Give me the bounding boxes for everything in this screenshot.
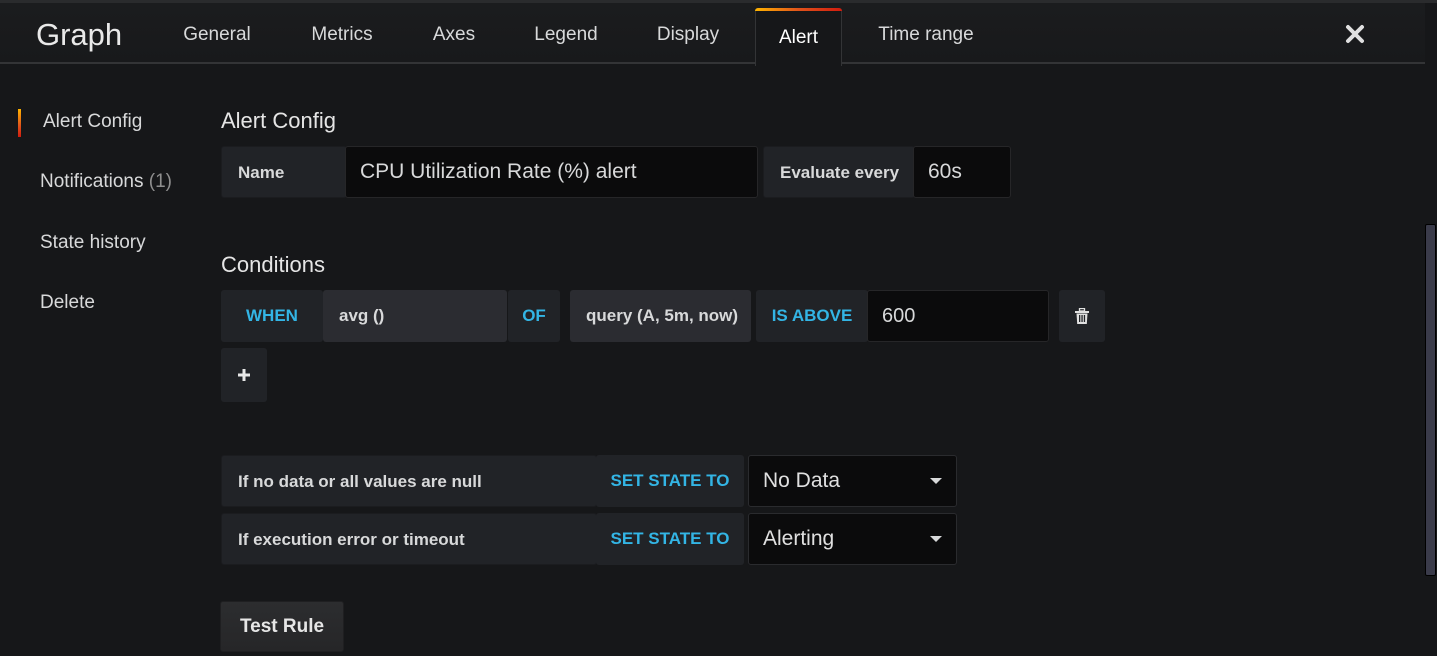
add-condition-button[interactable] bbox=[221, 348, 267, 402]
plus-icon bbox=[238, 369, 250, 381]
set-state-keyword: SET STATE TO bbox=[596, 455, 744, 507]
reducer-select[interactable]: avg () bbox=[323, 290, 507, 342]
active-indicator bbox=[18, 109, 21, 137]
tab-legend[interactable]: Legend bbox=[524, 3, 608, 64]
evaluator-select[interactable]: IS ABOVE bbox=[756, 290, 868, 342]
no-data-state-select[interactable]: No Data bbox=[748, 455, 957, 507]
panel-editor-header: Graph General Metrics Axes Legend Displa… bbox=[0, 3, 1425, 66]
caret-down-icon bbox=[930, 478, 942, 484]
no-data-state-value: No Data bbox=[763, 469, 841, 492]
alert-name-input[interactable]: CPU Utilization Rate (%) alert bbox=[345, 146, 758, 198]
threshold-input[interactable]: 600 bbox=[867, 290, 1049, 342]
sidenav-item-label: State history bbox=[40, 232, 146, 253]
sidenav-item-label: Alert Config bbox=[43, 111, 143, 132]
execution-error-label: If execution error or timeout bbox=[221, 513, 597, 565]
tab-metrics[interactable]: Metrics bbox=[300, 3, 384, 64]
when-keyword: WHEN bbox=[221, 290, 323, 342]
of-keyword: OF bbox=[508, 290, 560, 342]
close-button[interactable] bbox=[1344, 23, 1366, 45]
sidenav-item-state-history[interactable]: State history bbox=[40, 232, 146, 254]
delete-condition-button[interactable] bbox=[1059, 290, 1105, 342]
evaluate-every-input[interactable]: 60s bbox=[913, 146, 1011, 198]
alert-config-title: Alert Config bbox=[221, 108, 336, 133]
sidenav-item-delete[interactable]: Delete bbox=[40, 292, 95, 314]
notifications-count: (1) bbox=[148, 171, 173, 192]
tab-axes[interactable]: Axes bbox=[424, 3, 484, 64]
caret-down-icon bbox=[930, 536, 942, 542]
tab-display[interactable]: Display bbox=[646, 3, 730, 64]
no-data-label: If no data or all values are null bbox=[221, 455, 597, 507]
sidenav-item-notifications[interactable]: Notifications (1) bbox=[40, 171, 172, 193]
sidenav-item-alert-config[interactable]: Alert Config bbox=[43, 111, 142, 133]
sidenav-item-label: Notifications bbox=[40, 171, 144, 192]
execution-error-state-select[interactable]: Alerting bbox=[748, 513, 957, 565]
evaluate-every-label: Evaluate every bbox=[763, 146, 915, 198]
test-rule-button[interactable]: Test Rule bbox=[220, 601, 344, 652]
tab-alert[interactable]: Alert bbox=[755, 8, 842, 66]
name-label: Name bbox=[221, 146, 347, 198]
panel-title: Graph bbox=[36, 17, 123, 52]
set-state-keyword: SET STATE TO bbox=[596, 513, 744, 565]
sidenav-item-label: Delete bbox=[40, 292, 95, 313]
close-icon bbox=[1346, 25, 1364, 43]
tab-general[interactable]: General bbox=[174, 3, 260, 64]
trash-icon bbox=[1075, 308, 1089, 324]
query-select[interactable]: query (A, 5m, now) bbox=[570, 290, 751, 342]
scrollbar-thumb[interactable] bbox=[1425, 224, 1436, 576]
tab-time-range[interactable]: Time range bbox=[868, 3, 984, 64]
execution-error-state-value: Alerting bbox=[763, 527, 835, 550]
conditions-title: Conditions bbox=[221, 252, 325, 277]
